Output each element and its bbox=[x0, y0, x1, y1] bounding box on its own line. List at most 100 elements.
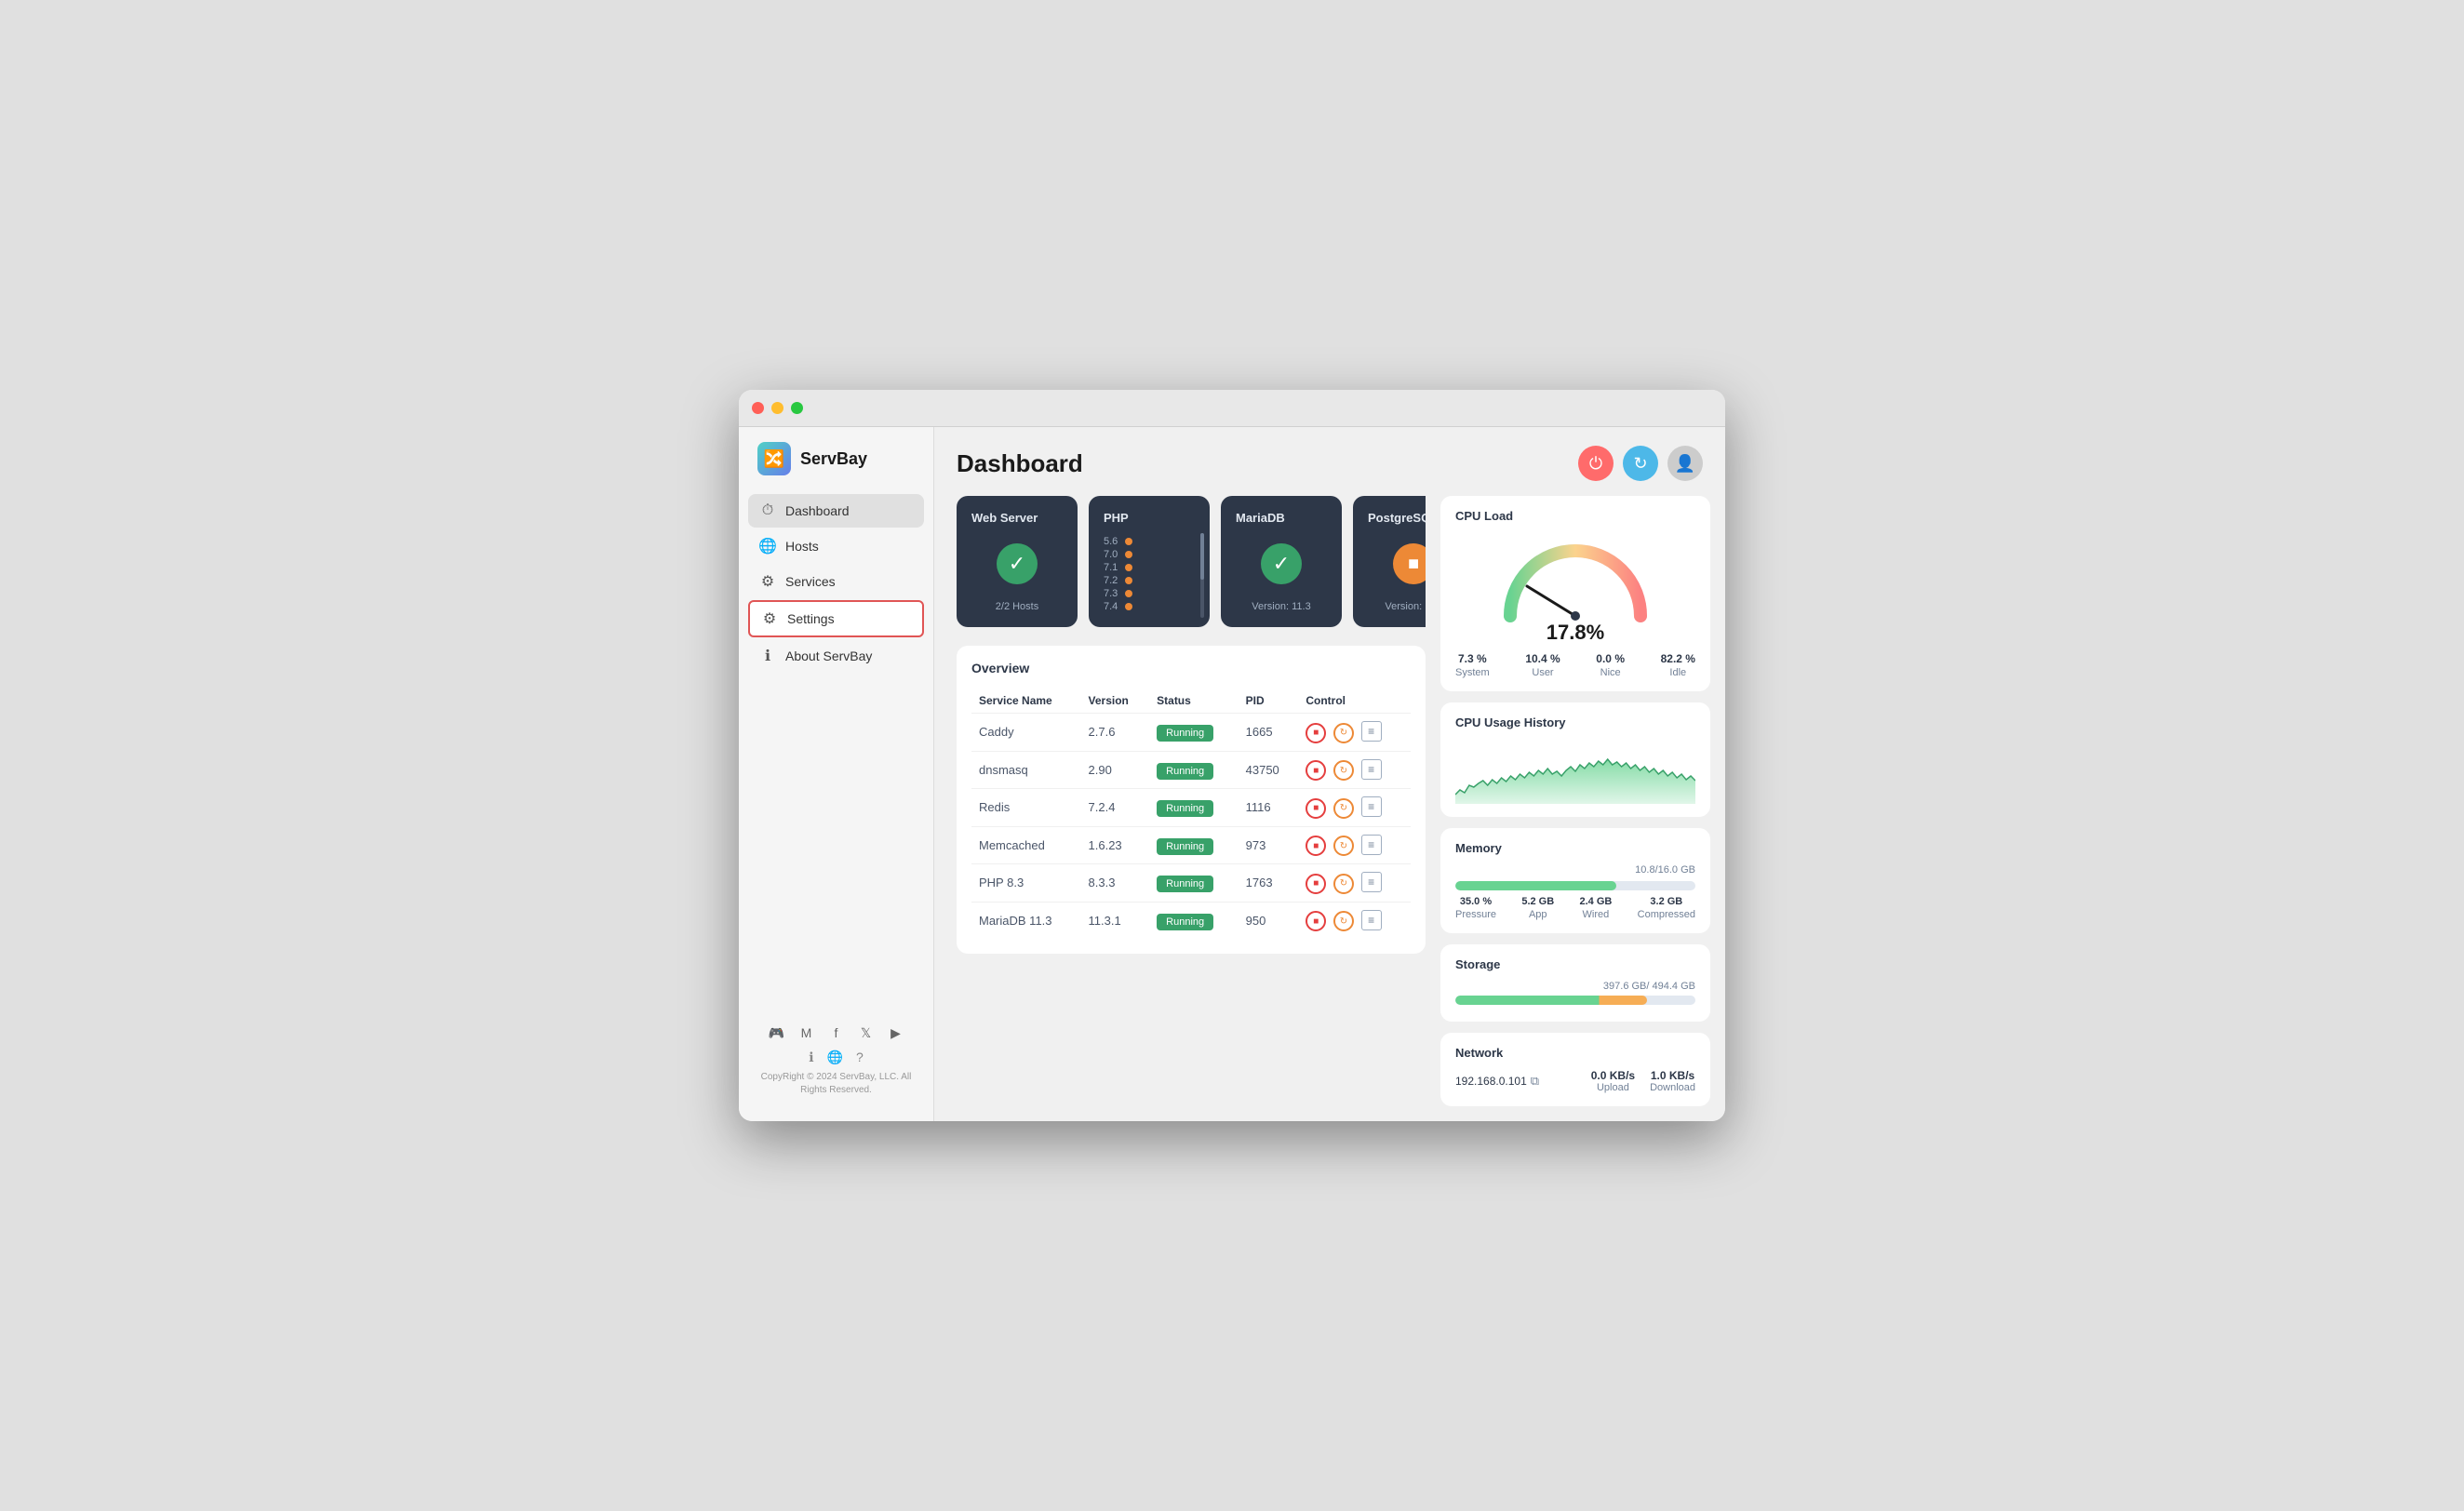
sidebar-item-hosts[interactable]: 🌐 Hosts bbox=[748, 529, 924, 563]
restart-button[interactable]: ↻ bbox=[1333, 798, 1354, 819]
log-button[interactable]: ≡ bbox=[1361, 835, 1382, 855]
memory-app-val: 5.2 GB bbox=[1521, 896, 1554, 907]
refresh-button[interactable]: ↻ bbox=[1623, 446, 1658, 481]
download-speed: 1.0 KB/s Download bbox=[1650, 1069, 1695, 1093]
status-badge: Running bbox=[1157, 876, 1213, 892]
memory-compressed-val: 3.2 GB bbox=[1650, 896, 1682, 907]
col-version: Version bbox=[1081, 689, 1150, 714]
cell-pid: 973 bbox=[1239, 826, 1299, 864]
content-area: Web Server ✓ 2/2 Hosts PHP 5.6 7.0 bbox=[934, 496, 1725, 1121]
webserver-info: 2/2 Hosts bbox=[996, 601, 1038, 612]
network-card: Network 192.168.0.101 ⧉ 0.0 KB/s Upload bbox=[1440, 1033, 1710, 1106]
log-button[interactable]: ≡ bbox=[1361, 721, 1382, 742]
help-link-icon[interactable]: ? bbox=[856, 1050, 864, 1065]
sidebar-item-dashboard[interactable]: ⏱ Dashboard bbox=[748, 494, 924, 528]
cell-pid: 43750 bbox=[1239, 751, 1299, 789]
cell-pid: 1116 bbox=[1239, 789, 1299, 827]
table-row: Caddy 2.7.6 Running 1665 ■ ↻ ≡ bbox=[971, 714, 1411, 752]
logo-text: ServBay bbox=[800, 449, 867, 469]
medium-icon[interactable]: M bbox=[797, 1023, 816, 1042]
restart-button[interactable]: ↻ bbox=[1333, 723, 1354, 743]
cell-control: ■ ↻ ≡ bbox=[1298, 751, 1411, 789]
cpu-system-val: 7.3 % bbox=[1458, 652, 1487, 665]
cell-version: 2.90 bbox=[1081, 751, 1150, 789]
cell-control: ■ ↻ ≡ bbox=[1298, 789, 1411, 827]
cpu-nice-label: Nice bbox=[1600, 667, 1621, 678]
cell-version: 1.6.23 bbox=[1081, 826, 1150, 864]
restart-button[interactable]: ↻ bbox=[1333, 911, 1354, 931]
stop-button[interactable]: ■ bbox=[1306, 760, 1326, 781]
sidebar-item-settings[interactable]: ⚙ Settings bbox=[748, 600, 924, 637]
table-row: PHP 8.3 8.3.3 Running 1763 ■ ↻ ≡ bbox=[971, 864, 1411, 903]
overview-title: Overview bbox=[971, 661, 1411, 675]
status-badge: Running bbox=[1157, 838, 1213, 855]
copyright-text: CopyRight © 2024 ServBay, LLC. All Right… bbox=[754, 1071, 918, 1097]
col-status: Status bbox=[1149, 689, 1239, 714]
ip-address: 192.168.0.101 bbox=[1455, 1075, 1527, 1088]
restart-button[interactable]: ↻ bbox=[1333, 874, 1354, 894]
memory-stats: 35.0 % Pressure 5.2 GB App 2.4 GB Wired bbox=[1455, 896, 1695, 920]
cpu-system-label: System bbox=[1455, 667, 1490, 678]
maximize-button[interactable] bbox=[791, 402, 803, 414]
table-row: Redis 7.2.4 Running 1116 ■ ↻ ≡ bbox=[971, 789, 1411, 827]
status-badge: Running bbox=[1157, 914, 1213, 930]
memory-label: 10.8/16.0 GB bbox=[1455, 864, 1695, 876]
cpu-history-card: CPU Usage History bbox=[1440, 702, 1710, 817]
log-button[interactable]: ≡ bbox=[1361, 910, 1382, 930]
memory-wired-label: Wired bbox=[1583, 909, 1610, 920]
sidebar-item-about[interactable]: ℹ About ServBay bbox=[748, 639, 924, 673]
stop-button[interactable]: ■ bbox=[1306, 874, 1326, 894]
user-button[interactable]: 👤 bbox=[1667, 446, 1703, 481]
cell-status: Running bbox=[1149, 751, 1239, 789]
cell-pid: 1665 bbox=[1239, 714, 1299, 752]
download-label: Download bbox=[1650, 1082, 1695, 1093]
webserver-card[interactable]: Web Server ✓ 2/2 Hosts bbox=[957, 496, 1078, 627]
youtube-icon[interactable]: ▶ bbox=[887, 1023, 905, 1042]
x-icon[interactable]: 𝕏 bbox=[857, 1023, 876, 1042]
sidebar-item-services[interactable]: ⚙ Services bbox=[748, 565, 924, 598]
restart-button[interactable]: ↻ bbox=[1333, 760, 1354, 781]
col-control: Control bbox=[1298, 689, 1411, 714]
cpu-history-chart bbox=[1455, 739, 1695, 804]
minimize-button[interactable] bbox=[771, 402, 783, 414]
storage-label: 397.6 GB/ 494.4 GB bbox=[1603, 981, 1695, 992]
restart-button[interactable]: ↻ bbox=[1333, 836, 1354, 856]
sidebar-item-label: Services bbox=[785, 574, 836, 589]
cell-service-name: dnsmasq bbox=[971, 751, 1081, 789]
stop-button[interactable]: ■ bbox=[1306, 836, 1326, 856]
stop-button[interactable]: ■ bbox=[1306, 911, 1326, 931]
globe-link-icon[interactable]: 🌐 bbox=[827, 1050, 843, 1065]
titlebar bbox=[739, 390, 1725, 427]
cpu-user-val: 10.4 % bbox=[1525, 652, 1560, 665]
stop-button[interactable]: ■ bbox=[1306, 723, 1326, 743]
log-button[interactable]: ≡ bbox=[1361, 759, 1382, 780]
close-button[interactable] bbox=[752, 402, 764, 414]
sidebar-footer: 🎮 M f 𝕏 ▶ ℹ 🌐 ? CopyRight © 2024 ServBay… bbox=[739, 1014, 933, 1106]
php-card[interactable]: PHP 5.6 7.0 7.1 7.2 7.3 7.4 bbox=[1089, 496, 1210, 627]
scrollbar bbox=[1200, 533, 1204, 618]
memory-bar-fill bbox=[1455, 881, 1616, 890]
log-button[interactable]: ≡ bbox=[1361, 872, 1382, 892]
dashboard-icon: ⏱ bbox=[759, 502, 776, 519]
storage-title: Storage bbox=[1455, 957, 1695, 971]
upload-val: 0.0 KB/s bbox=[1591, 1069, 1635, 1082]
memory-pressure-label: Pressure bbox=[1455, 909, 1496, 920]
copy-icon[interactable]: ⧉ bbox=[1531, 1074, 1539, 1089]
facebook-icon[interactable]: f bbox=[827, 1023, 846, 1042]
mariadb-card[interactable]: MariaDB ✓ Version: 11.3 bbox=[1221, 496, 1342, 627]
memory-bar-container: 10.8/16.0 GB bbox=[1455, 864, 1695, 890]
postgresql-title: PostgreSQL bbox=[1368, 511, 1426, 525]
power-button[interactable]: ⏻ bbox=[1578, 446, 1614, 481]
mariadb-status-icon: ✓ bbox=[1261, 543, 1302, 584]
cpu-history-title: CPU Usage History bbox=[1455, 715, 1695, 729]
webserver-status-icon: ✓ bbox=[997, 543, 1038, 584]
php-versions: 5.6 7.0 7.1 7.2 7.3 7.4 bbox=[1104, 536, 1132, 612]
cpu-percentage: 17.8% bbox=[1547, 621, 1604, 645]
info-link-icon[interactable]: ℹ bbox=[809, 1050, 813, 1065]
log-button[interactable]: ≡ bbox=[1361, 796, 1382, 817]
postgresql-card[interactable]: PostgreSQL ■ Version: N/A bbox=[1353, 496, 1426, 627]
discord-icon[interactable]: 🎮 bbox=[768, 1023, 786, 1042]
stop-button[interactable]: ■ bbox=[1306, 798, 1326, 819]
cell-status: Running bbox=[1149, 789, 1239, 827]
services-table: Service Name Version Status PID Control … bbox=[971, 689, 1411, 939]
